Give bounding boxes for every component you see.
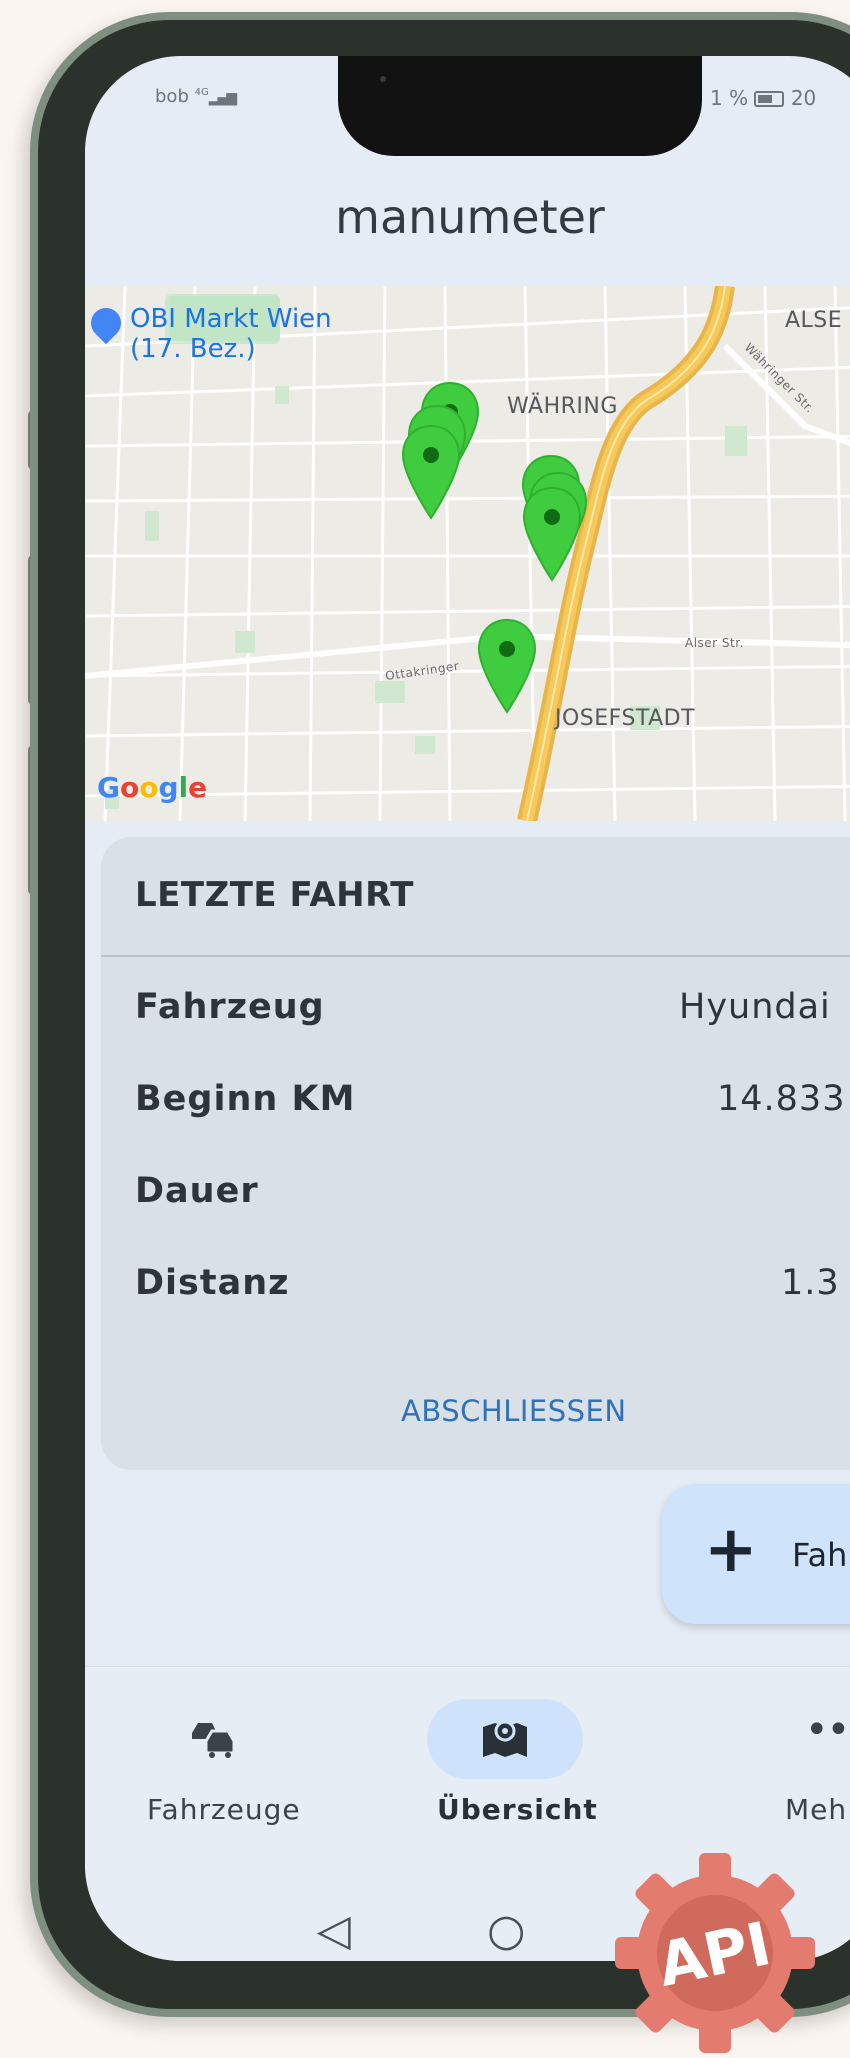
row-label-duration: Dauer <box>135 1171 259 1211</box>
app-title: manumeter <box>335 190 605 244</box>
plus-icon: + <box>704 1513 758 1587</box>
tab-more[interactable]: Meh <box>785 1793 847 1826</box>
row-label-distance: Distanz <box>135 1263 290 1303</box>
home-nav-icon[interactable]: ○ <box>487 1905 525 1956</box>
card-title: LETZTE FAHRT <box>135 875 414 915</box>
trip-marker[interactable] <box>522 486 582 582</box>
row-label-vehicle: Fahrzeug <box>135 987 325 1027</box>
tab-overview[interactable]: Übersicht <box>437 1793 598 1826</box>
map-icon[interactable] <box>481 1717 529 1761</box>
carrier-label: bob 4G▂▄▆ <box>155 86 237 107</box>
poi-obi-label[interactable]: OBI Markt Wien (17. Bez.) <box>130 304 390 364</box>
cars-icon[interactable] <box>190 1719 238 1759</box>
card-header: LETZTE FAHRT <box>101 837 850 957</box>
more-icon[interactable]: ••• <box>805 1707 850 1753</box>
trip-marker[interactable] <box>477 618 537 714</box>
fab-label: Fah <box>792 1536 848 1574</box>
notch <box>338 56 702 156</box>
tab-vehicles[interactable]: Fahrzeuge <box>147 1793 301 1826</box>
row-value-start-km: 14.833 <box>717 1079 846 1119</box>
system-indicators: 1 % 20 <box>710 86 816 110</box>
new-trip-fab[interactable]: + Fah <box>662 1484 850 1624</box>
battery-percent: 1 % <box>710 86 749 110</box>
map-view[interactable]: OBI Markt Wien (17. Bez.) WÄHRING JOSEFS… <box>85 286 850 821</box>
trip-marker[interactable] <box>401 424 461 520</box>
page: bob 4G▂▄▆ 1 % 20 manumeter OBI Markt Wie… <box>0 0 850 2058</box>
signal-icon: ▂▄▆ <box>208 90 237 106</box>
clock: 20 <box>790 86 817 110</box>
last-trip-card: LETZTE FAHRT Fahrzeug Hyundai Beginn KM … <box>101 837 850 1470</box>
map-tiles <box>85 286 850 821</box>
network-type: 4G <box>194 87 209 98</box>
battery-icon <box>754 91 785 107</box>
google-logo: Google <box>97 771 208 804</box>
row-value-vehicle: Hyundai <box>679 987 831 1027</box>
carrier-name: bob <box>155 86 189 107</box>
row-value-distance: 1.3 <box>781 1263 840 1303</box>
district-label-josefstadt: JOSEFSTADT <box>555 706 696 731</box>
complete-trip-button[interactable]: ABSCHLIESSEN <box>401 1394 627 1428</box>
camera-dot <box>380 76 386 82</box>
district-label-alsergrund: ALSE <box>785 308 843 333</box>
street-label-alser: Alser Str. <box>685 636 744 650</box>
phone-screen: bob 4G▂▄▆ 1 % 20 manumeter OBI Markt Wie… <box>85 56 850 1961</box>
row-label-start-km: Beginn KM <box>135 1079 356 1119</box>
back-nav-icon[interactable]: ◁ <box>317 1905 351 1956</box>
district-label-waehring: WÄHRING <box>507 394 618 419</box>
